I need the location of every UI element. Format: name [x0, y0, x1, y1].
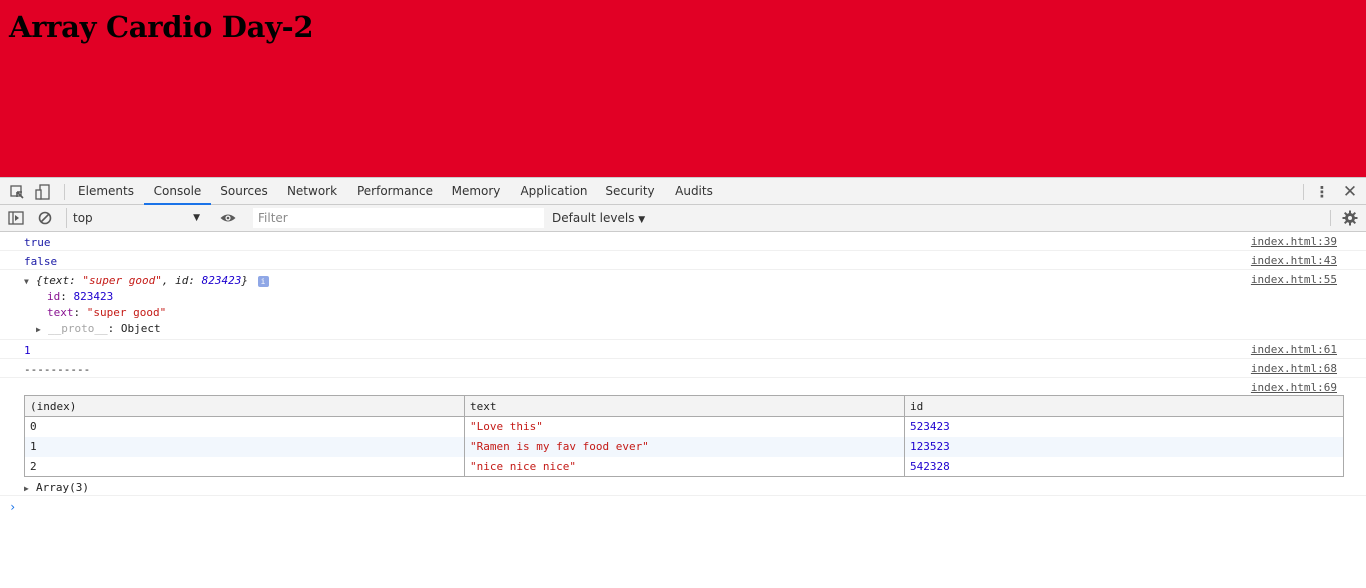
- log-value: false: [24, 255, 58, 268]
- table-cell: 542328: [904, 456, 1344, 477]
- tab-sources[interactable]: Sources: [214, 178, 274, 205]
- console-message: 1 index.html:61: [0, 340, 1366, 359]
- source-link[interactable]: index.html:55: [1251, 273, 1337, 286]
- console-toolbar: top ▼ Default levels ▼: [0, 205, 1366, 232]
- console-message: true index.html:39: [0, 232, 1366, 251]
- caret-down-icon: ▼: [638, 215, 646, 225]
- info-badge[interactable]: i: [257, 275, 269, 287]
- eye-icon[interactable]: [219, 209, 237, 227]
- divider: [1303, 184, 1304, 200]
- console-message: ---------- index.html:68: [0, 359, 1366, 378]
- tab-elements[interactable]: Elements: [72, 178, 140, 205]
- array-summary[interactable]: ▶ Array(3): [24, 481, 89, 494]
- tab-performance[interactable]: Performance: [352, 178, 438, 205]
- console-message: ▼ {text: "super good", id: 823423} i id: …: [0, 270, 1366, 340]
- show-sidebar-icon[interactable]: [7, 209, 25, 227]
- table-cell: 123523: [904, 436, 1344, 457]
- log-value: ----------: [24, 363, 91, 376]
- console-prompt-icon[interactable]: ›: [9, 500, 16, 514]
- table-cell: 1: [24, 436, 465, 457]
- table-cell: 0: [24, 416, 465, 437]
- chevron-down-icon: ▼: [193, 213, 200, 223]
- table-row: 0 "Love this" 523423: [24, 416, 1344, 437]
- tab-audits[interactable]: Audits: [668, 178, 720, 205]
- column-header[interactable]: (index): [24, 395, 465, 417]
- tab-console[interactable]: Console: [144, 178, 211, 205]
- source-link[interactable]: index.html:39: [1251, 235, 1337, 248]
- console-table: (index) text id 0 "Love this" 523423 1 "…: [24, 395, 1344, 477]
- column-header[interactable]: id: [904, 395, 1344, 417]
- more-options-icon[interactable]: ⋮: [1313, 182, 1331, 202]
- collapsed-triangle-icon: ▶: [24, 484, 29, 493]
- context-value: top: [73, 211, 93, 225]
- table-cell: "Ramen is my fav food ever": [464, 436, 905, 457]
- divider: [64, 184, 65, 200]
- context-selector[interactable]: top ▼: [66, 208, 206, 228]
- log-levels-dropdown[interactable]: Default levels ▼: [552, 208, 645, 228]
- table-row: 1 "Ramen is my fav food ever" 123523: [24, 436, 1344, 457]
- log-levels-label: Default levels: [552, 211, 635, 225]
- proto-property[interactable]: ▶ __proto__: Object: [36, 322, 161, 335]
- table-cell: "Love this": [464, 416, 905, 437]
- source-link[interactable]: index.html:69: [1251, 381, 1337, 394]
- filter-input[interactable]: [253, 208, 544, 228]
- console-output: true index.html:39 false index.html:43 ▼…: [0, 232, 1366, 588]
- console-message: false index.html:43: [0, 251, 1366, 270]
- log-value: true: [24, 236, 51, 249]
- tab-memory[interactable]: Memory: [446, 178, 506, 205]
- console-message: index.html:69 (index) text id 0 "Love th…: [0, 378, 1366, 496]
- expand-triangle-icon: ▼: [24, 277, 29, 286]
- tab-application[interactable]: Application: [514, 178, 594, 205]
- tab-network[interactable]: Network: [280, 178, 344, 205]
- devtools-panel: Elements Console Sources Network Perform…: [0, 177, 1366, 588]
- column-header[interactable]: text: [464, 395, 905, 417]
- clear-console-icon[interactable]: [36, 209, 54, 227]
- log-value: 1: [24, 344, 31, 357]
- tab-security[interactable]: Security: [600, 178, 660, 205]
- source-link[interactable]: index.html:61: [1251, 343, 1337, 356]
- object-property: id: 823423: [47, 290, 114, 303]
- devtools-tabbar: Elements Console Sources Network Perform…: [0, 177, 1366, 205]
- collapsed-triangle-icon: ▶: [36, 325, 41, 334]
- inspect-element-icon[interactable]: [8, 183, 26, 201]
- source-link[interactable]: index.html:68: [1251, 362, 1337, 375]
- device-toolbar-icon[interactable]: [34, 183, 52, 201]
- gear-icon[interactable]: [1341, 209, 1359, 227]
- table-cell: 523423: [904, 416, 1344, 437]
- table-header-row: (index) text id: [24, 395, 1344, 417]
- object-summary[interactable]: ▼ {text: "super good", id: 823423} i: [24, 274, 269, 287]
- close-icon[interactable]: ✕: [1340, 182, 1360, 202]
- table-cell: 2: [24, 456, 465, 477]
- source-link[interactable]: index.html:43: [1251, 254, 1337, 267]
- table-cell: "nice nice nice": [464, 456, 905, 477]
- page-content: Array Cardio Day-2: [0, 0, 1366, 177]
- table-row: 2 "nice nice nice" 542328: [24, 456, 1344, 477]
- divider: [1330, 210, 1331, 226]
- object-property: text: "super good": [47, 306, 167, 319]
- page-heading: Array Cardio Day-2: [9, 10, 314, 44]
